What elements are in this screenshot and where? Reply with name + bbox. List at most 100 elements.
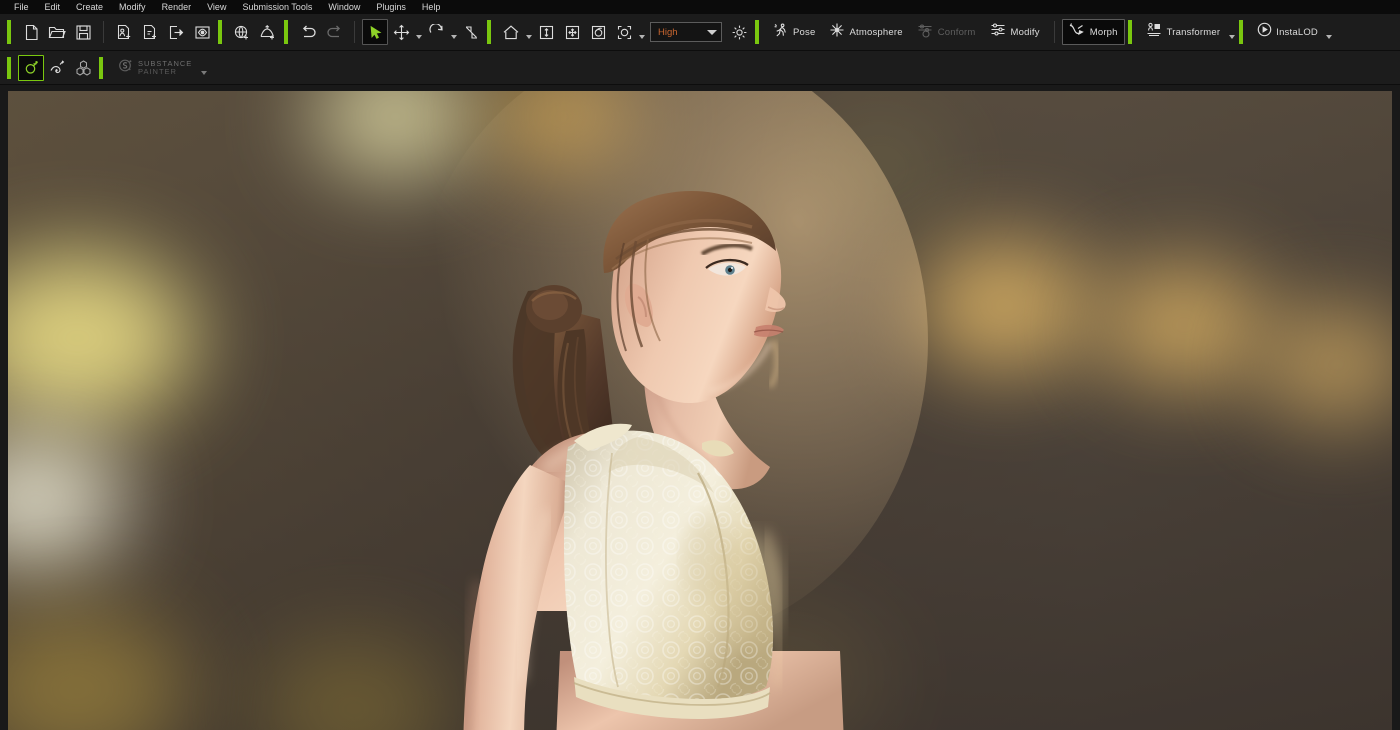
menu-item-view[interactable]: View <box>199 0 234 14</box>
menu-item-plugins[interactable]: Plugins <box>368 0 414 14</box>
draw-quality-value: High <box>658 27 678 38</box>
menu-item-file[interactable]: File <box>6 0 37 14</box>
toolbar-grip-handle[interactable] <box>7 20 11 44</box>
toolbar-grip-handle-2[interactable] <box>218 20 222 44</box>
draw-quality-select[interactable]: High <box>650 22 722 42</box>
surface-button[interactable] <box>255 19 281 45</box>
pose-figure-icon <box>773 22 789 43</box>
pan-view-button[interactable] <box>559 19 585 45</box>
surface-add-icon <box>259 24 277 41</box>
instalod-caret[interactable] <box>1325 19 1334 45</box>
toolbar-grip-handle-7[interactable] <box>1239 20 1243 44</box>
move-cross-icon <box>393 24 410 41</box>
frame-view-button[interactable] <box>533 19 559 45</box>
transformer-icon <box>1146 22 1163 43</box>
geometry-node-icon <box>23 59 40 76</box>
secondary-toolbar-grip[interactable] <box>7 57 11 79</box>
redo-button[interactable] <box>321 19 347 45</box>
pose-editor-button[interactable]: Pose <box>766 19 822 45</box>
new-document-button[interactable] <box>18 19 44 45</box>
orbit-view-button[interactable] <box>585 19 611 45</box>
substance-painter-label-line2: PAINTER <box>138 68 192 76</box>
universal-tool-button[interactable] <box>362 19 388 45</box>
toolbar-grip-handle-5[interactable] <box>755 20 759 44</box>
environment-button[interactable] <box>229 19 255 45</box>
modify-sliders-icon <box>990 22 1007 43</box>
conform-editor-label: Conform <box>938 27 976 38</box>
fit-view-button[interactable] <box>611 19 637 45</box>
home-view-caret[interactable] <box>524 19 533 45</box>
open-folder-button[interactable] <box>44 19 70 45</box>
menu-item-edit[interactable]: Edit <box>37 0 69 14</box>
orbit-icon <box>590 24 607 41</box>
morph-curve-icon <box>1069 22 1086 43</box>
home-view-button[interactable] <box>498 19 524 45</box>
chevron-down-icon <box>451 35 457 39</box>
menu-item-create[interactable]: Create <box>68 0 111 14</box>
pose-editor-label: Pose <box>793 27 815 38</box>
atmosphere-burst-icon <box>829 22 845 43</box>
instalod-tool-button[interactable]: InstaLOD <box>1250 19 1325 45</box>
conform-sliders-icon <box>917 22 934 43</box>
toolbar-separator-3 <box>1054 21 1055 43</box>
instalod-logo-icon <box>1257 22 1272 42</box>
dforce-button[interactable] <box>44 55 70 81</box>
transformer-tool-button[interactable]: Transformer <box>1139 19 1228 45</box>
export-button[interactable] <box>163 19 189 45</box>
instances-button[interactable] <box>70 55 96 81</box>
modify-editor-label: Modify <box>1011 27 1040 38</box>
chevron-down-icon <box>1229 35 1235 39</box>
scale-tool-button[interactable] <box>458 19 484 45</box>
pan-cross-icon <box>564 24 581 41</box>
instalod-tool-label: InstaLOD <box>1276 27 1318 38</box>
eye-frame-icon <box>194 24 211 41</box>
translate-tool-button[interactable] <box>388 19 414 45</box>
toolbar-separator <box>103 21 104 43</box>
save-button[interactable] <box>70 19 96 45</box>
menu-bar: File Edit Create Modify Render View Subm… <box>0 0 1400 14</box>
toolbar-separator-2 <box>354 21 355 43</box>
3d-viewport[interactable] <box>8 91 1392 730</box>
menu-item-submission-tools[interactable]: Submission Tools <box>234 0 320 14</box>
rotate-tool-caret[interactable] <box>449 19 458 45</box>
chevron-down-icon <box>639 35 645 39</box>
headlamp-button[interactable] <box>726 19 752 45</box>
chevron-down-icon <box>707 30 717 35</box>
document-add-icon <box>142 24 159 41</box>
menu-item-help[interactable]: Help <box>414 0 449 14</box>
menu-item-window[interactable]: Window <box>320 0 368 14</box>
transformer-caret[interactable] <box>1227 19 1236 45</box>
menu-item-render[interactable]: Render <box>154 0 200 14</box>
menu-item-modify[interactable]: Modify <box>111 0 154 14</box>
toolbar-grip-handle-3[interactable] <box>284 20 288 44</box>
substance-painter-caret[interactable] <box>199 55 208 81</box>
add-figure-button[interactable] <box>111 19 137 45</box>
undo-arrow-icon <box>299 24 318 40</box>
home-icon <box>502 24 520 41</box>
folder-open-icon <box>48 24 66 41</box>
chevron-down-icon <box>416 35 422 39</box>
toolbar-grip-handle-6[interactable] <box>1128 20 1132 44</box>
cube-stack-icon <box>75 59 92 76</box>
rotate-tool-button[interactable] <box>423 19 449 45</box>
undo-button[interactable] <box>295 19 321 45</box>
modify-editor-button[interactable]: Modify <box>983 19 1047 45</box>
conform-editor-button[interactable]: Conform <box>910 19 983 45</box>
morph-tool-label: Morph <box>1090 27 1118 38</box>
add-prop-button[interactable] <box>137 19 163 45</box>
rotate-circle-icon <box>428 24 445 41</box>
rendered-female-figure <box>8 91 1392 730</box>
scale-corner-icon <box>463 24 480 41</box>
morph-tool-button[interactable]: Morph <box>1062 19 1125 45</box>
atmosphere-editor-label: Atmosphere <box>849 27 902 38</box>
atmosphere-editor-button[interactable]: Atmosphere <box>822 19 909 45</box>
fit-view-caret[interactable] <box>637 19 646 45</box>
secondary-toolbar-grip-2[interactable] <box>99 57 103 79</box>
secondary-toolbar: SUBSTANCE PAINTER <box>0 51 1400 85</box>
geometry-editor-button[interactable] <box>18 55 44 81</box>
toolbar-grip-handle-4[interactable] <box>487 20 491 44</box>
render-preview-button[interactable] <box>189 19 215 45</box>
substance-painter-bridge-button[interactable]: SUBSTANCE PAINTER <box>110 55 199 81</box>
translate-tool-caret[interactable] <box>414 19 423 45</box>
chevron-down-icon <box>201 71 207 75</box>
